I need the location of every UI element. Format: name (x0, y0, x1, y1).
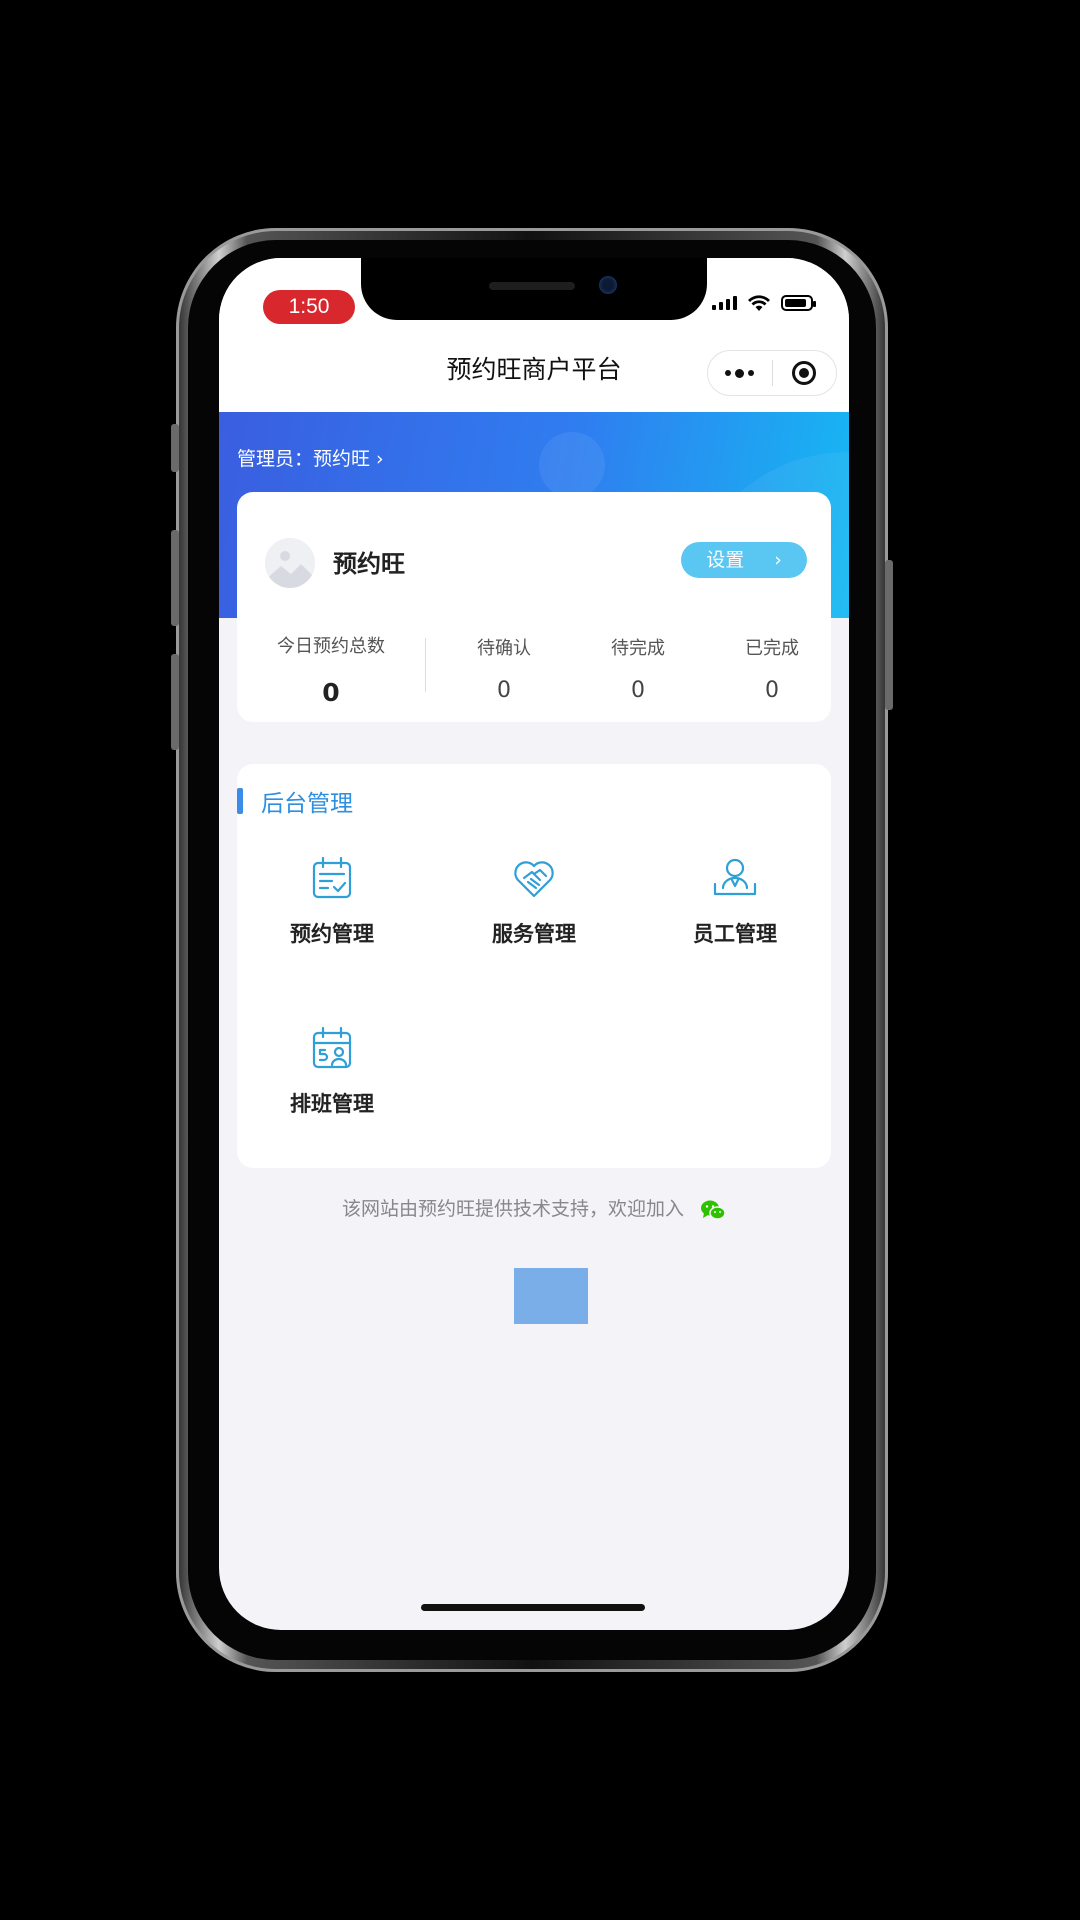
stat-pending-confirm[interactable]: 待确认 0 (449, 634, 559, 703)
image-placeholder-icon (265, 538, 315, 588)
stat-pending-complete[interactable]: 待完成 0 (583, 634, 693, 703)
menu-item-shift-management[interactable]: 排班管理 (242, 1024, 422, 1118)
menu-item-label: 员工管理 (693, 922, 777, 946)
close-mini-program-icon[interactable] (773, 351, 837, 395)
decorative-bubble (539, 432, 605, 498)
stat-completed[interactable]: 已完成 0 (717, 634, 827, 703)
schedule-calendar-icon (312, 1026, 352, 1069)
menu-item-label: 预约管理 (290, 922, 374, 946)
menu-item-staff-management[interactable]: 员工管理 (645, 854, 825, 948)
staff-person-icon (713, 858, 757, 896)
stat-value: 0 (497, 678, 511, 703)
stat-value: 0 (631, 678, 645, 703)
stat-divider (425, 638, 426, 692)
status-icons (712, 294, 816, 312)
phone-screen: 1:50 预约旺商户平台 管理员：预约旺 › 预约旺 设置 › 今日预约总数 0… (219, 258, 849, 1630)
menu-item-appointment-management[interactable]: 预约管理 (242, 854, 422, 948)
menu-item-service-management[interactable]: 服务管理 (444, 854, 624, 948)
management-card: 后台管理 预约管理 服务管理 员工管理 排班管理 (237, 764, 831, 1168)
mini-program-nav-bar: 预约旺商户平台 (219, 328, 849, 412)
stat-value: 0 (765, 678, 779, 703)
loading-placeholder-block (514, 1268, 588, 1324)
avatar[interactable] (265, 538, 315, 588)
section-title: 后台管理 (261, 791, 353, 817)
footer-text: 该网站由预约旺提供技术支持，欢迎加入 (341, 1198, 684, 1220)
menu-item-label: 排班管理 (290, 1092, 374, 1116)
front-camera (599, 276, 617, 294)
admin-link[interactable]: 管理员：预约旺 › (237, 444, 384, 471)
menu-item-label: 服务管理 (492, 922, 576, 946)
status-time: 1:50 (263, 290, 355, 324)
stat-label: 待完成 (611, 638, 665, 659)
stat-total-today[interactable]: 今日预约总数 0 (259, 632, 403, 707)
volume-up-button (171, 530, 179, 626)
store-name: 预约旺 (333, 550, 405, 578)
phone-notch (361, 258, 707, 320)
power-button (885, 560, 893, 710)
settings-label: 设置 (706, 549, 745, 571)
more-options-icon[interactable] (708, 351, 772, 395)
heart-handshake-icon (514, 861, 554, 898)
wechat-icon[interactable] (700, 1199, 726, 1221)
stat-value: 0 (322, 678, 340, 707)
home-indicator[interactable] (421, 1604, 645, 1611)
mini-program-capsule (707, 350, 837, 396)
section-marker (237, 788, 243, 814)
battery-icon (781, 295, 816, 311)
volume-down-button (171, 654, 179, 750)
cellular-signal-icon (712, 296, 737, 310)
chevron-right-icon: › (774, 549, 782, 571)
settings-button[interactable]: 设置 › (681, 542, 807, 578)
speaker-grille (489, 282, 575, 290)
silent-switch (171, 424, 179, 472)
stat-label: 已完成 (745, 638, 799, 659)
appointment-calendar-icon (312, 856, 352, 899)
footer-note: 该网站由预约旺提供技术支持，欢迎加入 (219, 1194, 849, 1221)
stat-label: 今日预约总数 (277, 636, 385, 657)
stat-label: 待确认 (477, 638, 531, 659)
stats-card: 预约旺 设置 › 今日预约总数 0 待确认 0 待完成 0 已完成 0 (237, 492, 831, 722)
wifi-icon (748, 295, 770, 311)
